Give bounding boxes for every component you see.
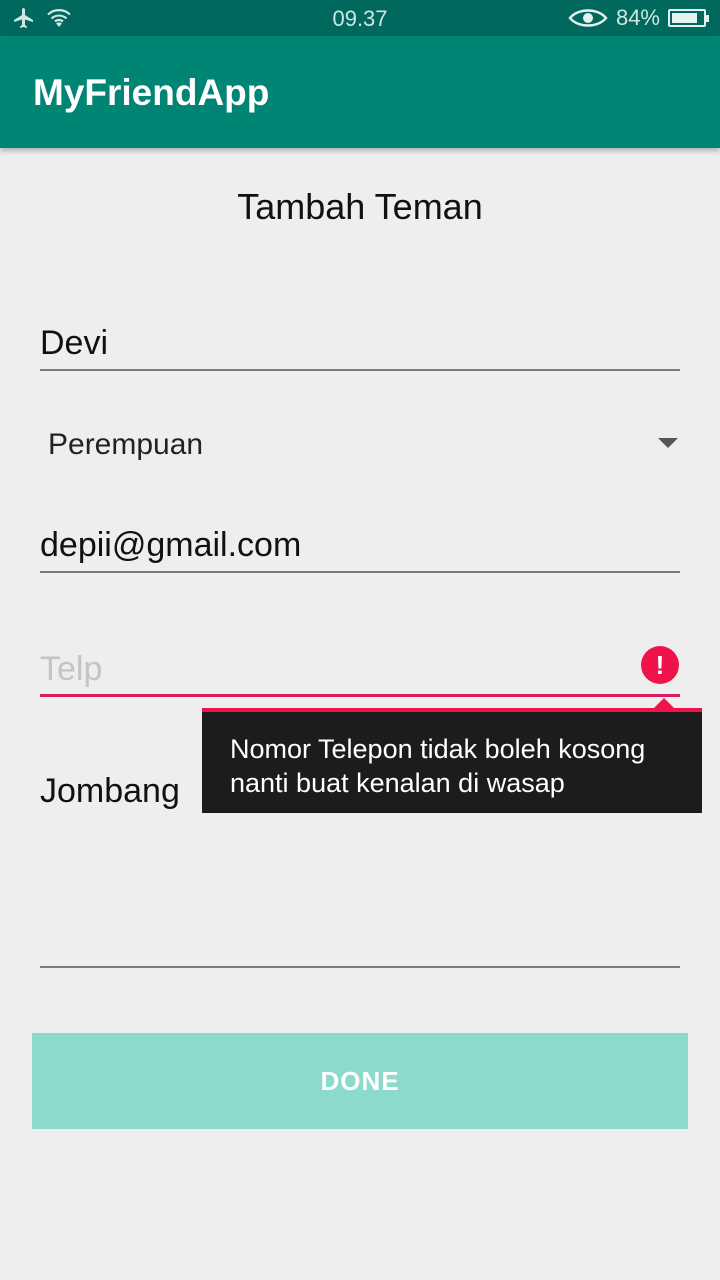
done-button[interactable]: DONE (32, 1033, 688, 1129)
name-field-value: Devi (40, 324, 109, 362)
tooltip-body: Nomor Telepon tidak boleh kosong nanti b… (202, 708, 702, 813)
status-bar: 09.37 84% (0, 0, 720, 36)
email-field-underline (40, 571, 680, 573)
phone-field[interactable]: Telp (40, 646, 680, 698)
app-bar: MyFriendApp (0, 36, 720, 148)
eye-icon (568, 9, 608, 27)
phone-field-underline (40, 694, 680, 697)
battery-percent: 84% (615, 5, 660, 30)
name-field[interactable]: Devi (40, 320, 680, 372)
battery-icon (668, 9, 709, 27)
address-field-value: Jombang (40, 772, 180, 810)
dropdown-arrow-icon (658, 438, 678, 448)
email-field[interactable]: depii@gmail.com (40, 524, 680, 576)
name-field-underline (40, 369, 680, 371)
gender-spinner-value: Perempuan (48, 428, 204, 461)
page-title: Tambah Teman (237, 186, 483, 227)
phone-field-placeholder: Telp (40, 650, 103, 688)
error-icon[interactable]: ! (641, 646, 679, 684)
email-field-value: depii@gmail.com (40, 526, 302, 564)
error-message: Nomor Telepon tidak boleh kosong nanti b… (230, 734, 646, 798)
app-title: MyFriendApp (33, 72, 270, 113)
gender-spinner[interactable]: Perempuan (48, 424, 680, 468)
battery-level (672, 13, 698, 23)
address-field-underline (40, 966, 680, 968)
tooltip-notch (654, 698, 674, 708)
